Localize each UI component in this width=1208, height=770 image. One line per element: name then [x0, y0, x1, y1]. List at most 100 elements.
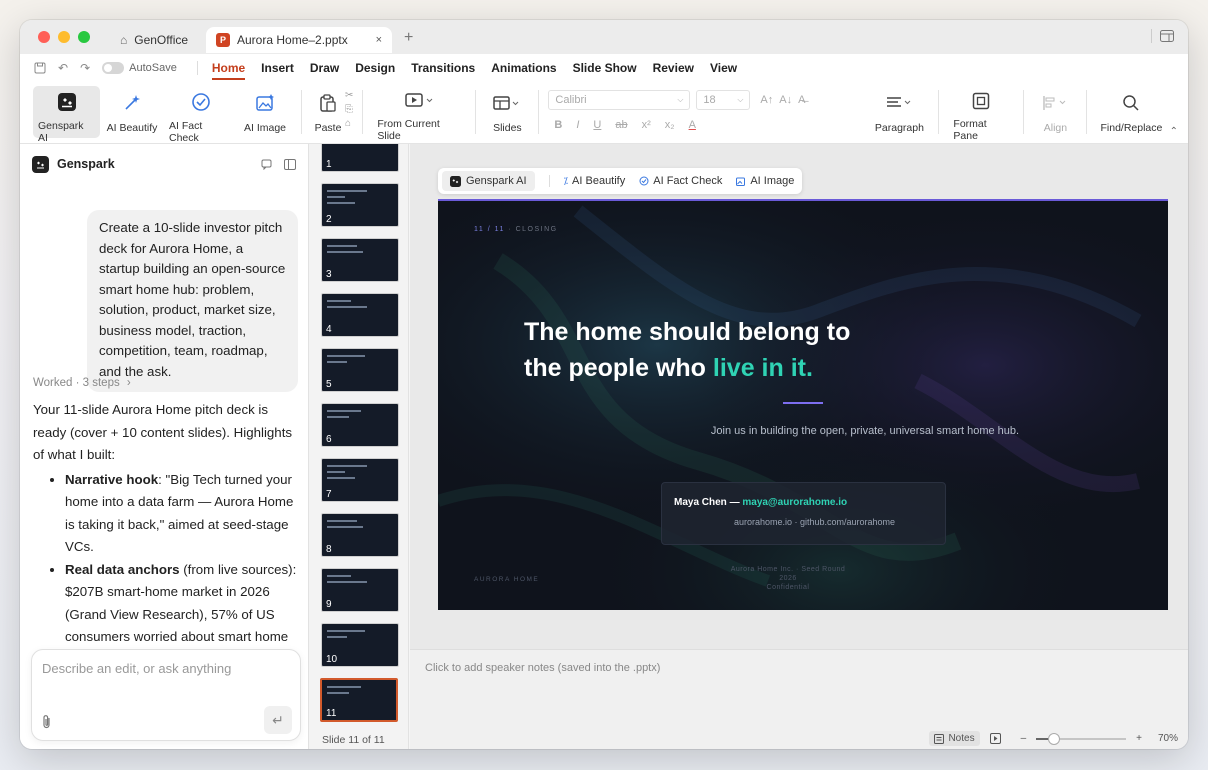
- slide-thumbnail-11[interactable]: 11: [320, 678, 398, 722]
- ai-beautify-chip[interactable]: ⁒ AI Beautify: [564, 175, 626, 187]
- powerpoint-icon: P: [216, 33, 230, 47]
- current-slide[interactable]: 11 / 11 · CLOSING The home should belong…: [438, 199, 1168, 610]
- format-pane-button[interactable]: Format Pane: [948, 86, 1014, 142]
- button-label: Align: [1043, 122, 1068, 134]
- worked-steps-toggle[interactable]: Worked · 3 steps ›: [33, 377, 131, 389]
- new-slide-button[interactable]: From Current Slide: [372, 86, 466, 142]
- cut-icon[interactable]: ✂: [345, 90, 353, 101]
- menu-animations[interactable]: Animations: [491, 54, 556, 82]
- thumbnail-line: [327, 477, 355, 479]
- menu-review[interactable]: Review: [653, 54, 694, 82]
- slides-layout-button[interactable]: Slides: [485, 86, 529, 138]
- new-tab-button[interactable]: +: [404, 29, 413, 47]
- slide-thumbnail-1[interactable]: 1: [321, 144, 399, 172]
- align-button[interactable]: Align: [1033, 86, 1077, 138]
- clipboard-icon: [320, 94, 336, 112]
- format-painter-icon[interactable]: ⌂: [345, 118, 353, 129]
- clear-format-icon[interactable]: A̶: [798, 94, 805, 106]
- redo-icon[interactable]: ↷: [80, 61, 90, 75]
- collapse-ribbon-icon[interactable]: ⌃: [1170, 126, 1178, 137]
- play-slideshow-icon[interactable]: [989, 733, 1001, 744]
- sidebar-toggle-icon[interactable]: [284, 158, 296, 170]
- superscript-icon[interactable]: x²: [642, 119, 651, 131]
- ai-image-button[interactable]: AI Image: [238, 86, 292, 138]
- new-chat-icon[interactable]: [261, 159, 272, 170]
- grow-font-icon[interactable]: A↑: [760, 94, 773, 106]
- chat-input[interactable]: Describe an edit, or ask anything: [42, 661, 231, 676]
- menu-home[interactable]: Home: [211, 54, 246, 82]
- chat-composer[interactable]: Describe an edit, or ask anything ↵: [31, 649, 301, 741]
- shrink-font-icon[interactable]: A↓: [779, 94, 792, 106]
- kicker-label: · CLOSING: [504, 226, 558, 233]
- zoom-in-button[interactable]: +: [1136, 733, 1142, 744]
- subscript-icon[interactable]: x₂: [665, 119, 675, 131]
- menu-slide-show[interactable]: Slide Show: [573, 54, 637, 82]
- divider: [1151, 29, 1152, 43]
- button-label: Format Pane: [953, 118, 987, 142]
- thumbnail-number: 4: [326, 324, 332, 335]
- save-icon[interactable]: [34, 62, 46, 74]
- slide-thumbnail-10[interactable]: 10: [321, 623, 399, 667]
- undo-icon[interactable]: ↶: [58, 61, 68, 75]
- menu-view[interactable]: View: [710, 54, 737, 82]
- slide-thumbnail-2[interactable]: 2: [321, 183, 399, 227]
- tab-genoffice[interactable]: ⌂ GenOffice: [110, 27, 206, 53]
- thumbnail-line: [327, 410, 361, 412]
- align-icon: [1043, 96, 1066, 110]
- strikethrough-icon[interactable]: ab: [615, 119, 627, 131]
- close-tab-icon[interactable]: ×: [376, 34, 382, 46]
- font-color-icon[interactable]: A: [689, 119, 696, 131]
- find-replace-button[interactable]: Find/Replace: [1096, 86, 1166, 138]
- genspark-ai-button[interactable]: Genspark AI: [33, 86, 100, 144]
- slide-thumbnail-4[interactable]: 4: [321, 293, 399, 337]
- thumbnail-line: [327, 692, 349, 694]
- thumbnail-line: [327, 581, 367, 583]
- button-label: AI Fact Check: [169, 120, 203, 144]
- zoom-slider-knob[interactable]: [1048, 732, 1061, 745]
- autosave-toggle[interactable]: [102, 62, 125, 74]
- menu-insert[interactable]: Insert: [261, 54, 294, 82]
- menu-design[interactable]: Design: [355, 54, 395, 82]
- close-window-button[interactable]: [38, 31, 50, 43]
- zoom-slider[interactable]: [1036, 732, 1127, 745]
- slide-thumbnail-7[interactable]: 7: [321, 458, 399, 502]
- bold-icon[interactable]: B: [554, 119, 562, 131]
- headline-line-1: The home should belong to: [524, 318, 851, 346]
- paste-button[interactable]: Paste: [311, 86, 345, 138]
- ai-image-chip[interactable]: AI Image: [736, 175, 794, 187]
- chat-title: Genspark: [57, 157, 115, 171]
- slide-subtitle: Join us in building the open, private, u…: [710, 425, 1020, 437]
- genspark-ai-chip[interactable]: Genspark AI: [442, 171, 535, 191]
- zoom-level[interactable]: 70%: [1158, 733, 1178, 744]
- format-buttons: B I U ab x² x₂ A: [548, 119, 805, 131]
- copy-icon[interactable]: ⎘: [345, 104, 353, 115]
- slide-thumbnail-8[interactable]: 8: [321, 513, 399, 557]
- slide-thumbnail-5[interactable]: 5: [321, 348, 399, 392]
- font-family-select[interactable]: Calibri ⌵: [548, 90, 691, 110]
- underline-icon[interactable]: U: [593, 119, 601, 131]
- maximize-window-button[interactable]: [78, 31, 90, 43]
- notes-toggle-button[interactable]: Notes: [929, 731, 980, 746]
- panel-toggle-icon[interactable]: [1160, 30, 1174, 42]
- ai-fact-check-chip[interactable]: AI Fact Check: [639, 175, 722, 187]
- genspark-icon: [450, 175, 461, 187]
- tab-aurora-pptx[interactable]: P Aurora Home–2.pptx ×: [206, 27, 392, 53]
- attach-icon[interactable]: [42, 714, 52, 730]
- slide-thumbnail-6[interactable]: 6: [321, 403, 399, 447]
- menu-draw[interactable]: Draw: [310, 54, 339, 82]
- italic-icon[interactable]: I: [576, 119, 579, 131]
- ai-fact-check-button[interactable]: AI Fact Check: [164, 86, 238, 144]
- paragraph-button[interactable]: Paragraph: [869, 86, 929, 138]
- chevron-down-icon: ⌵: [677, 95, 684, 104]
- slide-thumbnail-9[interactable]: 9: [321, 568, 399, 612]
- minimize-window-button[interactable]: [58, 31, 70, 43]
- thumbnail-line: [327, 630, 365, 632]
- zoom-out-button[interactable]: –: [1021, 733, 1027, 744]
- ribbon: Genspark AI AI Beautify AI Fact Check AI…: [20, 82, 1188, 144]
- ai-beautify-button[interactable]: AI Beautify: [100, 86, 164, 138]
- slide-thumbnail-3[interactable]: 3: [321, 238, 399, 282]
- main-area: Genspark Create a 10-slide investor pitc…: [20, 144, 1188, 749]
- send-button[interactable]: ↵: [264, 706, 292, 734]
- menu-transitions[interactable]: Transitions: [411, 54, 475, 82]
- font-size-select[interactable]: 18 ⌵: [696, 90, 751, 110]
